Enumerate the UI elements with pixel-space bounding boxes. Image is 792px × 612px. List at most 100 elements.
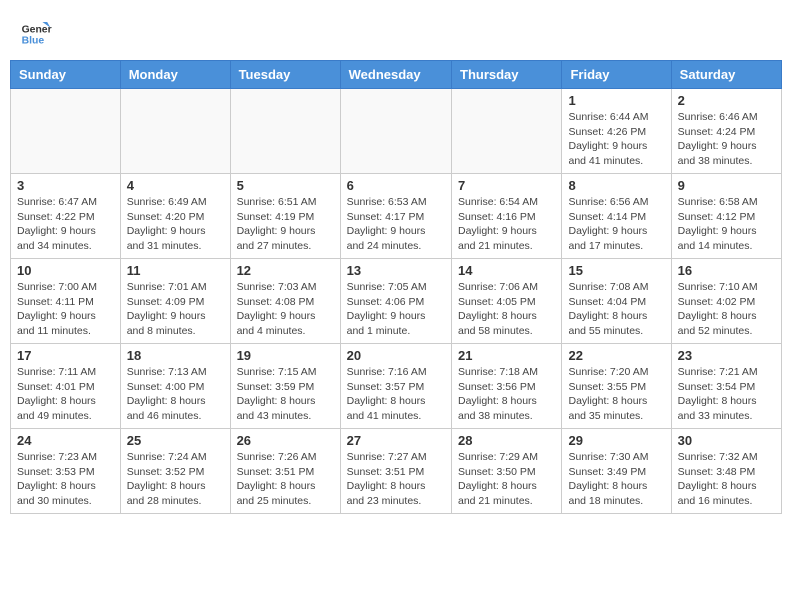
svg-text:General: General xyxy=(22,24,52,35)
day-number: 1 xyxy=(568,93,664,108)
day-number: 30 xyxy=(678,433,775,448)
day-number: 23 xyxy=(678,348,775,363)
day-number: 14 xyxy=(458,263,555,278)
day-header-thursday: Thursday xyxy=(452,61,562,89)
day-number: 4 xyxy=(127,178,224,193)
day-number: 19 xyxy=(237,348,334,363)
calendar-header-row: SundayMondayTuesdayWednesdayThursdayFrid… xyxy=(11,61,782,89)
day-header-saturday: Saturday xyxy=(671,61,781,89)
week-row-5: 24Sunrise: 7:23 AMSunset: 3:53 PMDayligh… xyxy=(11,429,782,514)
day-info: Sunrise: 7:00 AMSunset: 4:11 PMDaylight:… xyxy=(17,280,114,339)
day-info: Sunrise: 6:46 AMSunset: 4:24 PMDaylight:… xyxy=(678,110,775,169)
day-number: 27 xyxy=(347,433,445,448)
day-number: 26 xyxy=(237,433,334,448)
day-number: 17 xyxy=(17,348,114,363)
day-number: 18 xyxy=(127,348,224,363)
logo: General Blue xyxy=(20,18,52,50)
day-info: Sunrise: 7:29 AMSunset: 3:50 PMDaylight:… xyxy=(458,450,555,509)
calendar-cell: 23 Sunrise: 7:21 AMSunset: 3:54 PMDayligh… xyxy=(671,344,781,429)
day-header-sunday: Sunday xyxy=(11,61,121,89)
calendar-cell: 6 Sunrise: 6:53 AMSunset: 4:17 PMDaylight… xyxy=(340,174,451,259)
day-header-wednesday: Wednesday xyxy=(340,61,451,89)
calendar-cell: 21 Sunrise: 7:18 AMSunset: 3:56 PMDayligh… xyxy=(452,344,562,429)
day-number: 25 xyxy=(127,433,224,448)
day-info: Sunrise: 6:53 AMSunset: 4:17 PMDaylight:… xyxy=(347,195,445,254)
calendar-cell: 1 Sunrise: 6:44 AMSunset: 4:26 PMDaylight… xyxy=(562,89,671,174)
day-number: 12 xyxy=(237,263,334,278)
day-header-tuesday: Tuesday xyxy=(230,61,340,89)
day-info: Sunrise: 7:24 AMSunset: 3:52 PMDaylight:… xyxy=(127,450,224,509)
week-row-4: 17 Sunrise: 7:11 AMSunset: 4:01 PMDayligh… xyxy=(11,344,782,429)
week-row-2: 3 Sunrise: 6:47 AMSunset: 4:22 PMDaylight… xyxy=(11,174,782,259)
day-info: Sunrise: 7:30 AMSunset: 3:49 PMDaylight:… xyxy=(568,450,664,509)
day-info: Sunrise: 7:11 AMSunset: 4:01 PMDaylight:… xyxy=(17,365,114,424)
day-info: Sunrise: 7:05 AMSunset: 4:06 PMDaylight:… xyxy=(347,280,445,339)
calendar-cell xyxy=(452,89,562,174)
day-info: Sunrise: 7:23 AMSunset: 3:53 PMDaylight:… xyxy=(17,450,114,509)
calendar-cell: 7Sunrise: 6:54 AMSunset: 4:16 PMDaylight… xyxy=(452,174,562,259)
day-info: Sunrise: 7:13 AMSunset: 4:00 PMDaylight:… xyxy=(127,365,224,424)
day-header-friday: Friday xyxy=(562,61,671,89)
day-info: Sunrise: 7:06 AMSunset: 4:05 PMDaylight:… xyxy=(458,280,555,339)
calendar-cell: 14 Sunrise: 7:06 AMSunset: 4:05 PMDayligh… xyxy=(452,259,562,344)
day-number: 6 xyxy=(347,178,445,193)
calendar-cell: 18 Sunrise: 7:13 AMSunset: 4:00 PMDayligh… xyxy=(120,344,230,429)
day-info: Sunrise: 7:01 AMSunset: 4:09 PMDaylight:… xyxy=(127,280,224,339)
day-number: 13 xyxy=(347,263,445,278)
day-number: 2 xyxy=(678,93,775,108)
day-number: 16 xyxy=(678,263,775,278)
day-info: Sunrise: 7:10 AMSunset: 4:02 PMDaylight:… xyxy=(678,280,775,339)
day-info: Sunrise: 7:15 AMSunset: 3:59 PMDaylight:… xyxy=(237,365,334,424)
day-number: 15 xyxy=(568,263,664,278)
calendar-cell: 22 Sunrise: 7:20 AMSunset: 3:55 PMDayligh… xyxy=(562,344,671,429)
calendar-cell: 26 Sunrise: 7:26 AMSunset: 3:51 PMDayligh… xyxy=(230,429,340,514)
calendar-cell xyxy=(120,89,230,174)
day-number: 9 xyxy=(678,178,775,193)
day-info: Sunrise: 7:03 AMSunset: 4:08 PMDaylight:… xyxy=(237,280,334,339)
calendar-cell: 15 Sunrise: 7:08 AMSunset: 4:04 PMDayligh… xyxy=(562,259,671,344)
calendar: SundayMondayTuesdayWednesdayThursdayFrid… xyxy=(10,60,782,514)
day-number: 11 xyxy=(127,263,224,278)
day-header-monday: Monday xyxy=(120,61,230,89)
header: General Blue xyxy=(10,10,782,54)
calendar-cell xyxy=(230,89,340,174)
day-number: 7 xyxy=(458,178,555,193)
day-info: Sunrise: 7:32 AMSunset: 3:48 PMDaylight:… xyxy=(678,450,775,509)
day-info: Sunrise: 6:44 AMSunset: 4:26 PMDaylight:… xyxy=(568,110,664,169)
day-number: 20 xyxy=(347,348,445,363)
day-number: 21 xyxy=(458,348,555,363)
day-info: Sunrise: 7:18 AMSunset: 3:56 PMDaylight:… xyxy=(458,365,555,424)
calendar-cell: 9 Sunrise: 6:58 AMSunset: 4:12 PMDaylight… xyxy=(671,174,781,259)
day-number: 3 xyxy=(17,178,114,193)
calendar-cell xyxy=(340,89,451,174)
day-number: 8 xyxy=(568,178,664,193)
svg-text:Blue: Blue xyxy=(22,36,45,47)
day-info: Sunrise: 6:56 AMSunset: 4:14 PMDaylight:… xyxy=(568,195,664,254)
day-number: 5 xyxy=(237,178,334,193)
calendar-cell: 13 Sunrise: 7:05 AMSunset: 4:06 PMDayligh… xyxy=(340,259,451,344)
calendar-cell: 3 Sunrise: 6:47 AMSunset: 4:22 PMDaylight… xyxy=(11,174,121,259)
calendar-cell: 17 Sunrise: 7:11 AMSunset: 4:01 PMDayligh… xyxy=(11,344,121,429)
calendar-cell: 20 Sunrise: 7:16 AMSunset: 3:57 PMDayligh… xyxy=(340,344,451,429)
day-info: Sunrise: 7:20 AMSunset: 3:55 PMDaylight:… xyxy=(568,365,664,424)
calendar-cell: 11 Sunrise: 7:01 AMSunset: 4:09 PMDayligh… xyxy=(120,259,230,344)
week-row-1: 1 Sunrise: 6:44 AMSunset: 4:26 PMDaylight… xyxy=(11,89,782,174)
day-info: Sunrise: 6:47 AMSunset: 4:22 PMDaylight:… xyxy=(17,195,114,254)
day-info: Sunrise: 6:49 AMSunset: 4:20 PMDaylight:… xyxy=(127,195,224,254)
day-number: 28 xyxy=(458,433,555,448)
day-info: Sunrise: 7:08 AMSunset: 4:04 PMDaylight:… xyxy=(568,280,664,339)
day-info: Sunrise: 6:58 AMSunset: 4:12 PMDaylight:… xyxy=(678,195,775,254)
calendar-cell: 30 Sunrise: 7:32 AMSunset: 3:48 PMDayligh… xyxy=(671,429,781,514)
day-info: Sunrise: 7:16 AMSunset: 3:57 PMDaylight:… xyxy=(347,365,445,424)
day-number: 29 xyxy=(568,433,664,448)
day-number: 22 xyxy=(568,348,664,363)
day-number: 10 xyxy=(17,263,114,278)
logo-icon: General Blue xyxy=(20,18,52,50)
calendar-cell: 28 Sunrise: 7:29 AMSunset: 3:50 PMDayligh… xyxy=(452,429,562,514)
day-info: Sunrise: 7:21 AMSunset: 3:54 PMDaylight:… xyxy=(678,365,775,424)
day-info: Sunrise: 7:27 AMSunset: 3:51 PMDaylight:… xyxy=(347,450,445,509)
calendar-cell: 27 Sunrise: 7:27 AMSunset: 3:51 PMDayligh… xyxy=(340,429,451,514)
calendar-cell: 24Sunrise: 7:23 AMSunset: 3:53 PMDayligh… xyxy=(11,429,121,514)
day-info: Sunrise: 6:51 AMSunset: 4:19 PMDaylight:… xyxy=(237,195,334,254)
day-info: Sunrise: 7:26 AMSunset: 3:51 PMDaylight:… xyxy=(237,450,334,509)
